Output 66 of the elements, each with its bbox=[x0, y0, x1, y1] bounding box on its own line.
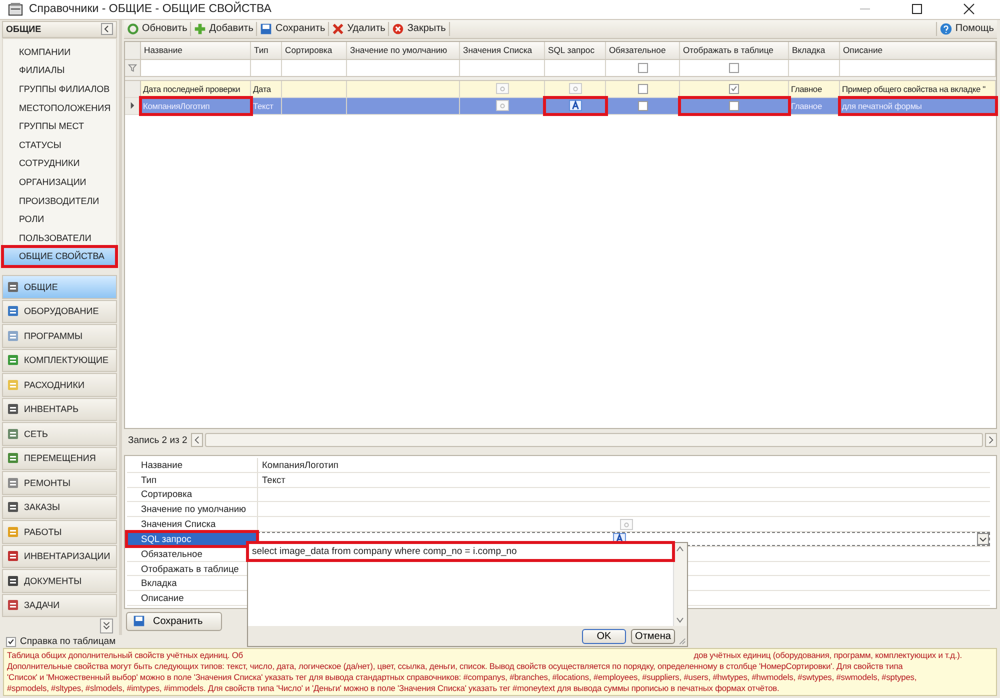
dialog-button[interactable]: Отмена bbox=[631, 628, 675, 644]
section-button[interactable]: ДОКУМЕНТЫ bbox=[2, 569, 117, 592]
sidebar-title: ОБЩИЕ bbox=[6, 24, 42, 34]
toolbar-button[interactable]: Закрыть bbox=[389, 20, 449, 38]
property-value[interactable]: Текст bbox=[257, 472, 990, 487]
table-row[interactable]: Дата последней проверки Дата Главное Пример общего свойства на вкладке " bbox=[125, 80, 996, 98]
sidebar-item[interactable]: ОБЩИЕ СВОЙСТВА bbox=[3, 247, 116, 266]
column-header[interactable]: Описание bbox=[840, 42, 996, 59]
toolbar-button[interactable]: Сохранить bbox=[257, 20, 328, 38]
column-header[interactable]: Значения Списка bbox=[460, 42, 545, 59]
toolbar-button[interactable]: Обновить bbox=[124, 20, 190, 38]
table-cell: для печатной формы bbox=[840, 98, 996, 114]
toolbar-button[interactable]: Удалить bbox=[329, 20, 388, 38]
dialog-button[interactable]: OK bbox=[582, 628, 626, 644]
column-header[interactable]: SQL запрос bbox=[545, 42, 606, 59]
table-cell: Главное bbox=[789, 98, 840, 114]
help-text: дов учётных единиц (оборудования, программ, комплектующих и т.д.). bbox=[694, 650, 962, 661]
help-text: Таблица общих дополнительный свойств учётных единиц. Об bbox=[7, 650, 243, 661]
table-cell: КомпанияЛоготип bbox=[141, 98, 251, 114]
section-button[interactable]: СЕТЬ bbox=[2, 422, 117, 446]
sidebar-item[interactable]: СТАТУСЫ bbox=[3, 136, 116, 154]
section-button[interactable]: ОБЩИЕ bbox=[2, 275, 117, 298]
column-header[interactable]: Значение по умолчанию bbox=[347, 42, 460, 59]
section-button[interactable]: РАСХОДНИКИ bbox=[2, 373, 117, 396]
help-text: #spmodels, #sltypes, #slmodels, #imtypes, #immodels. Для свойств типа 'Число' и 'Деньги' можно в поле 'Значения Списка' указать тег #moneytext для вывода суммы прописью в печатных формах отчётов. bbox=[7, 683, 780, 694]
sidebar-item[interactable]: ПОЛЬЗОВАТЕЛИ bbox=[3, 228, 116, 248]
help-text: 'Список' и 'Множественный выбор' можно в поле 'Значения Списка' указать тег для вывода стандартных справочников: #companys, #branches, #locations, #employees, #suppliers, #users, #hwtypes, #hwmodels, #swtypes, #swmodels, #sptypes, bbox=[7, 672, 917, 683]
toolbar-button[interactable]: Добавить bbox=[191, 20, 256, 38]
sidebar-item[interactable]: СОТРУДНИКИ bbox=[3, 154, 116, 174]
sidebar-item[interactable]: ОРГАНИЗАЦИИ bbox=[3, 173, 116, 192]
section-button[interactable]: ПРОГРАММЫ bbox=[2, 324, 117, 348]
table-cell: Дата bbox=[251, 80, 282, 97]
table-cell: Дата последней проверки bbox=[141, 80, 251, 97]
sidebar-item[interactable]: ПРОИЗВОДИТЕЛИ bbox=[3, 192, 116, 210]
sidebar-item[interactable]: РОЛИ bbox=[3, 210, 116, 229]
save-button[interactable]: Сохранить bbox=[126, 612, 222, 630]
sidebar-item[interactable]: КОМПАНИИ bbox=[3, 42, 116, 62]
section-button[interactable]: ПЕРЕМЕЩЕНИЯ bbox=[2, 446, 117, 470]
property-label[interactable]: SQL запрос bbox=[127, 532, 257, 546]
sidebar-item[interactable]: МЕСТОПОЛОЖЕНИЯ bbox=[3, 98, 116, 118]
section-button[interactable]: ОБОРУДОВАНИЕ bbox=[2, 300, 117, 323]
table-cell: Главное bbox=[789, 80, 840, 97]
section-button[interactable]: ЗАДАЧИ bbox=[2, 594, 117, 617]
section-button[interactable]: ИНВЕНТАРИЗАЦИИ bbox=[2, 544, 117, 568]
table-cell: Текст bbox=[251, 98, 282, 114]
help-toggle-label[interactable]: Справка по таблицам bbox=[20, 636, 116, 647]
column-header[interactable]: Сортировка bbox=[282, 42, 347, 59]
property-value[interactable]: КомпанияЛоготип bbox=[257, 458, 990, 472]
section-button[interactable]: ЗАКАЗЫ bbox=[2, 496, 117, 519]
section-button[interactable]: ИНВЕНТАРЬ bbox=[2, 398, 117, 421]
section-button[interactable]: РАБОТЫ bbox=[2, 520, 117, 544]
column-header[interactable]: Тип bbox=[251, 42, 282, 59]
sidebar-item[interactable]: ГРУППЫ МЕСТ bbox=[3, 117, 116, 136]
column-header[interactable]: Название bbox=[141, 42, 251, 59]
help-text: Дополнительные свойства могут быть следующих типов: текст, число, дата, логическое (да/нет), цвет, ссылка, деньги, список. Вывод свойств осуществляется по порядку, определенному в столбце 'НомерСортировки'. Для свойств типа bbox=[7, 661, 903, 672]
column-header[interactable]: Отображать в таблице bbox=[680, 42, 789, 59]
sidebar-item[interactable]: ФИЛИАЛЫ bbox=[3, 61, 116, 80]
section-button[interactable]: РЕМОНТЫ bbox=[2, 471, 117, 494]
help-button[interactable]: Помощь bbox=[937, 20, 997, 38]
sidebar-item[interactable]: ГРУППЫ ФИЛИАЛОВ bbox=[3, 80, 116, 99]
window-title: Справочники - ОБЩИЕ - ОБЩИЕ СВОЙСТВА bbox=[29, 3, 272, 16]
column-header[interactable]: Вкладка bbox=[789, 42, 840, 59]
column-header[interactable]: Обязательное bbox=[606, 42, 680, 59]
section-button[interactable]: КОМПЛЕКТУЮЩИЕ bbox=[2, 348, 117, 372]
record-counter: Запись 2 из 2 bbox=[128, 434, 188, 446]
table-cell: Пример общего свойства на вкладке " bbox=[840, 80, 996, 97]
